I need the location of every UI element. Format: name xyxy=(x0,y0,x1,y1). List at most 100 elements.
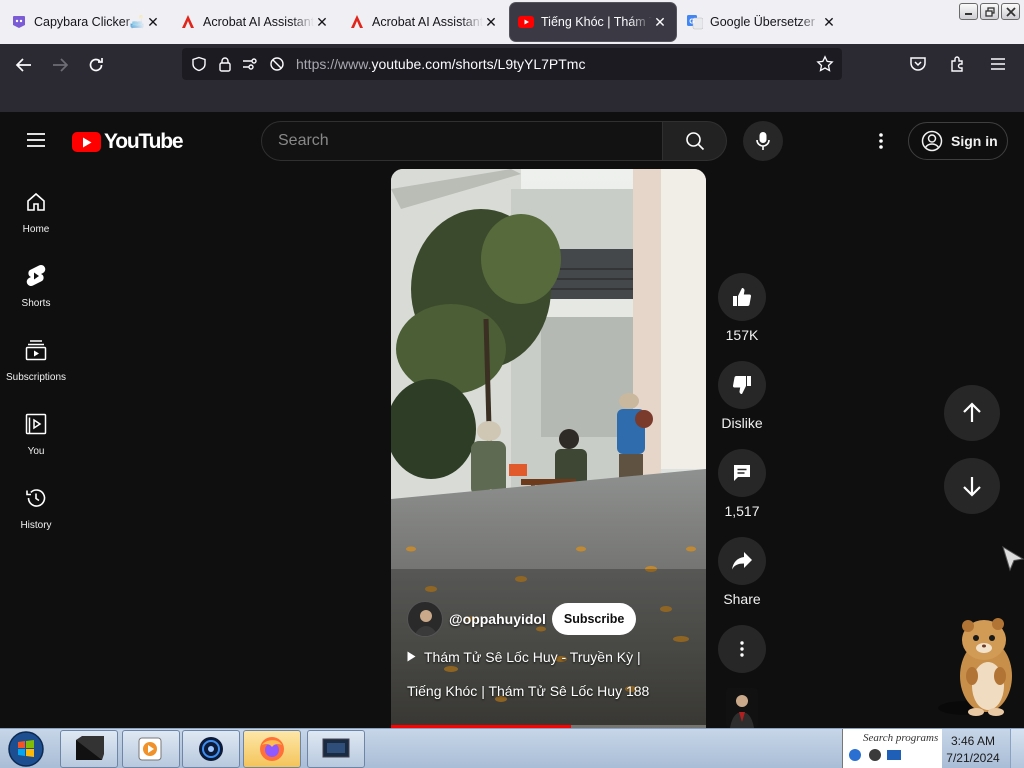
adobe-acrobat-icon xyxy=(180,14,196,30)
app-menu-button[interactable] xyxy=(980,48,1016,80)
more-vertical-icon xyxy=(740,641,744,657)
url-prefix: https://www. xyxy=(296,56,372,72)
more-actions-button[interactable] xyxy=(718,625,766,673)
black-window-app-icon xyxy=(76,736,104,760)
like-action: 157K xyxy=(718,273,766,343)
guide-item-history[interactable]: History xyxy=(0,476,72,550)
search-box[interactable] xyxy=(261,121,663,161)
tab-acrobat-ai-assistant-2[interactable]: Acrobat AI Assistant ✕ xyxy=(341,3,507,41)
shorts-video-player[interactable]: @oppahuyidol Subscribe Thám Tử Sê Lốc Hu… xyxy=(391,169,706,729)
hamburger-menu-icon xyxy=(27,133,45,147)
comments-count: 1,517 xyxy=(724,503,760,519)
tab-capybara-clicker[interactable]: Capybara Clicker🛋️ ✕ xyxy=(3,3,169,41)
firefox-icon xyxy=(260,737,284,761)
close-icon[interactable]: ✕ xyxy=(483,14,499,30)
you-icon xyxy=(24,412,48,436)
short-title-line-2[interactable]: Tiếng Khóc | Thám Tử Sê Lốc Huy 188 xyxy=(407,683,649,699)
mouse-cursor-icon xyxy=(1002,545,1024,577)
windows-taskbar: Search programs 3:46 AM 7/21/2024 xyxy=(0,728,1024,768)
search-input[interactable] xyxy=(278,132,662,150)
share-action: Share xyxy=(718,537,766,607)
microphone-icon xyxy=(756,132,770,150)
previous-short-button[interactable] xyxy=(944,385,1000,441)
hamster-desktop-pet-icon[interactable] xyxy=(936,616,1024,720)
address-bar[interactable]: https://www.youtube.com/shorts/L9tyYL7PT… xyxy=(182,48,842,80)
close-icon[interactable]: ✕ xyxy=(145,14,161,30)
system-clock[interactable]: 3:46 AM 7/21/2024 xyxy=(940,733,1006,767)
forward-button[interactable] xyxy=(42,49,78,81)
video-frame xyxy=(391,169,706,729)
sign-in-button[interactable]: Sign in xyxy=(908,122,1008,160)
short-title-text: Thám Tử Sê Lốc Huy - Truyền Kỳ | xyxy=(424,649,641,665)
guide-menu-button[interactable] xyxy=(20,128,52,152)
dislike-button[interactable] xyxy=(718,361,766,409)
taskbar-app-globe[interactable] xyxy=(182,730,240,768)
browser-tab-strip: Capybara Clicker🛋️ ✕ Acrobat AI Assistan… xyxy=(0,0,1024,44)
short-title[interactable]: Thám Tử Sê Lốc Huy - Truyền Kỳ | xyxy=(407,649,641,665)
close-window-button[interactable] xyxy=(1001,3,1020,20)
lock-icon[interactable] xyxy=(212,48,238,80)
share-button[interactable] xyxy=(718,537,766,585)
like-button[interactable] xyxy=(718,273,766,321)
pocket-icon xyxy=(910,57,926,71)
restore-button[interactable] xyxy=(980,3,999,20)
window-controls xyxy=(959,3,1020,20)
youtube-logo[interactable]: YouTube xyxy=(72,130,184,154)
comments-action: 1,517 xyxy=(718,449,766,519)
bookmark-star-icon[interactable] xyxy=(812,48,838,80)
close-icon[interactable]: ✕ xyxy=(652,14,668,30)
search-button[interactable] xyxy=(663,121,727,161)
tray-icons xyxy=(849,749,901,761)
guide-label: Shorts xyxy=(21,298,51,309)
start-button[interactable] xyxy=(4,730,48,768)
subscriptions-icon xyxy=(24,338,48,362)
url-text[interactable]: https://www.youtube.com/shorts/L9tyYL7PT… xyxy=(296,56,585,72)
taskbar-app-1[interactable] xyxy=(60,730,118,768)
windows-start-orb-icon xyxy=(8,731,44,767)
subscribe-button[interactable]: Subscribe xyxy=(551,603,637,635)
youtube-wordmark: YouTube xyxy=(104,130,184,153)
autoplay-blocked-icon[interactable] xyxy=(264,48,290,80)
youtube-icon xyxy=(518,14,534,30)
guide-label: Home xyxy=(22,224,50,235)
thumbs-up-icon xyxy=(733,288,752,307)
dislike-action: Dislike xyxy=(718,361,766,431)
close-icon[interactable]: ✕ xyxy=(314,14,330,30)
taskbar-app-firefox[interactable] xyxy=(243,730,301,768)
tab-youtube-short[interactable]: Tiếng Khóc | Thám Tử ✕ xyxy=(510,3,676,41)
pocket-button[interactable] xyxy=(900,48,936,80)
start-menu-search[interactable]: Search programs xyxy=(842,729,942,768)
guide-item-home[interactable]: Home xyxy=(0,180,72,254)
start-search-placeholder: Search programs xyxy=(863,732,939,744)
voice-search-button[interactable] xyxy=(743,121,783,161)
extensions-button[interactable] xyxy=(940,48,976,80)
guide-item-subscriptions[interactable]: Subscriptions xyxy=(0,328,72,402)
taskbar-app-screen[interactable] xyxy=(307,730,365,768)
channel-thumbnail[interactable] xyxy=(726,688,758,728)
tracking-protection-shield-icon[interactable] xyxy=(186,48,212,80)
taskbar-app-media-player[interactable] xyxy=(122,730,180,768)
back-button[interactable] xyxy=(6,49,42,81)
play-triangle-icon xyxy=(407,649,416,665)
settings-more-button[interactable] xyxy=(866,126,896,156)
guide-item-you[interactable]: You xyxy=(0,402,72,476)
next-short-button[interactable] xyxy=(944,458,1000,514)
comments-button[interactable] xyxy=(718,449,766,497)
toolbar-right xyxy=(900,48,1016,80)
youtube-play-logo-icon xyxy=(72,132,101,152)
tab-acrobat-ai-assistant[interactable]: Acrobat AI Assistant ✕ xyxy=(172,3,338,41)
guide-item-shorts[interactable]: Shorts xyxy=(0,254,72,328)
home-icon xyxy=(24,190,48,214)
shorts-icon xyxy=(24,264,48,288)
minimize-button[interactable] xyxy=(959,3,978,20)
channel-handle[interactable]: @oppahuyidol xyxy=(449,611,546,627)
channel-avatar[interactable] xyxy=(407,601,443,637)
permissions-icon[interactable] xyxy=(238,48,264,80)
tab-title: Tiếng Khóc | Thám Tử xyxy=(541,15,652,29)
share-arrow-icon xyxy=(732,552,752,570)
close-icon[interactable]: ✕ xyxy=(821,14,837,30)
search-icon xyxy=(685,132,704,151)
show-desktop-button[interactable] xyxy=(1010,729,1024,768)
reload-button[interactable] xyxy=(78,49,114,81)
tab-google-translate[interactable]: G Google Übersetzer ✕ xyxy=(679,3,845,41)
